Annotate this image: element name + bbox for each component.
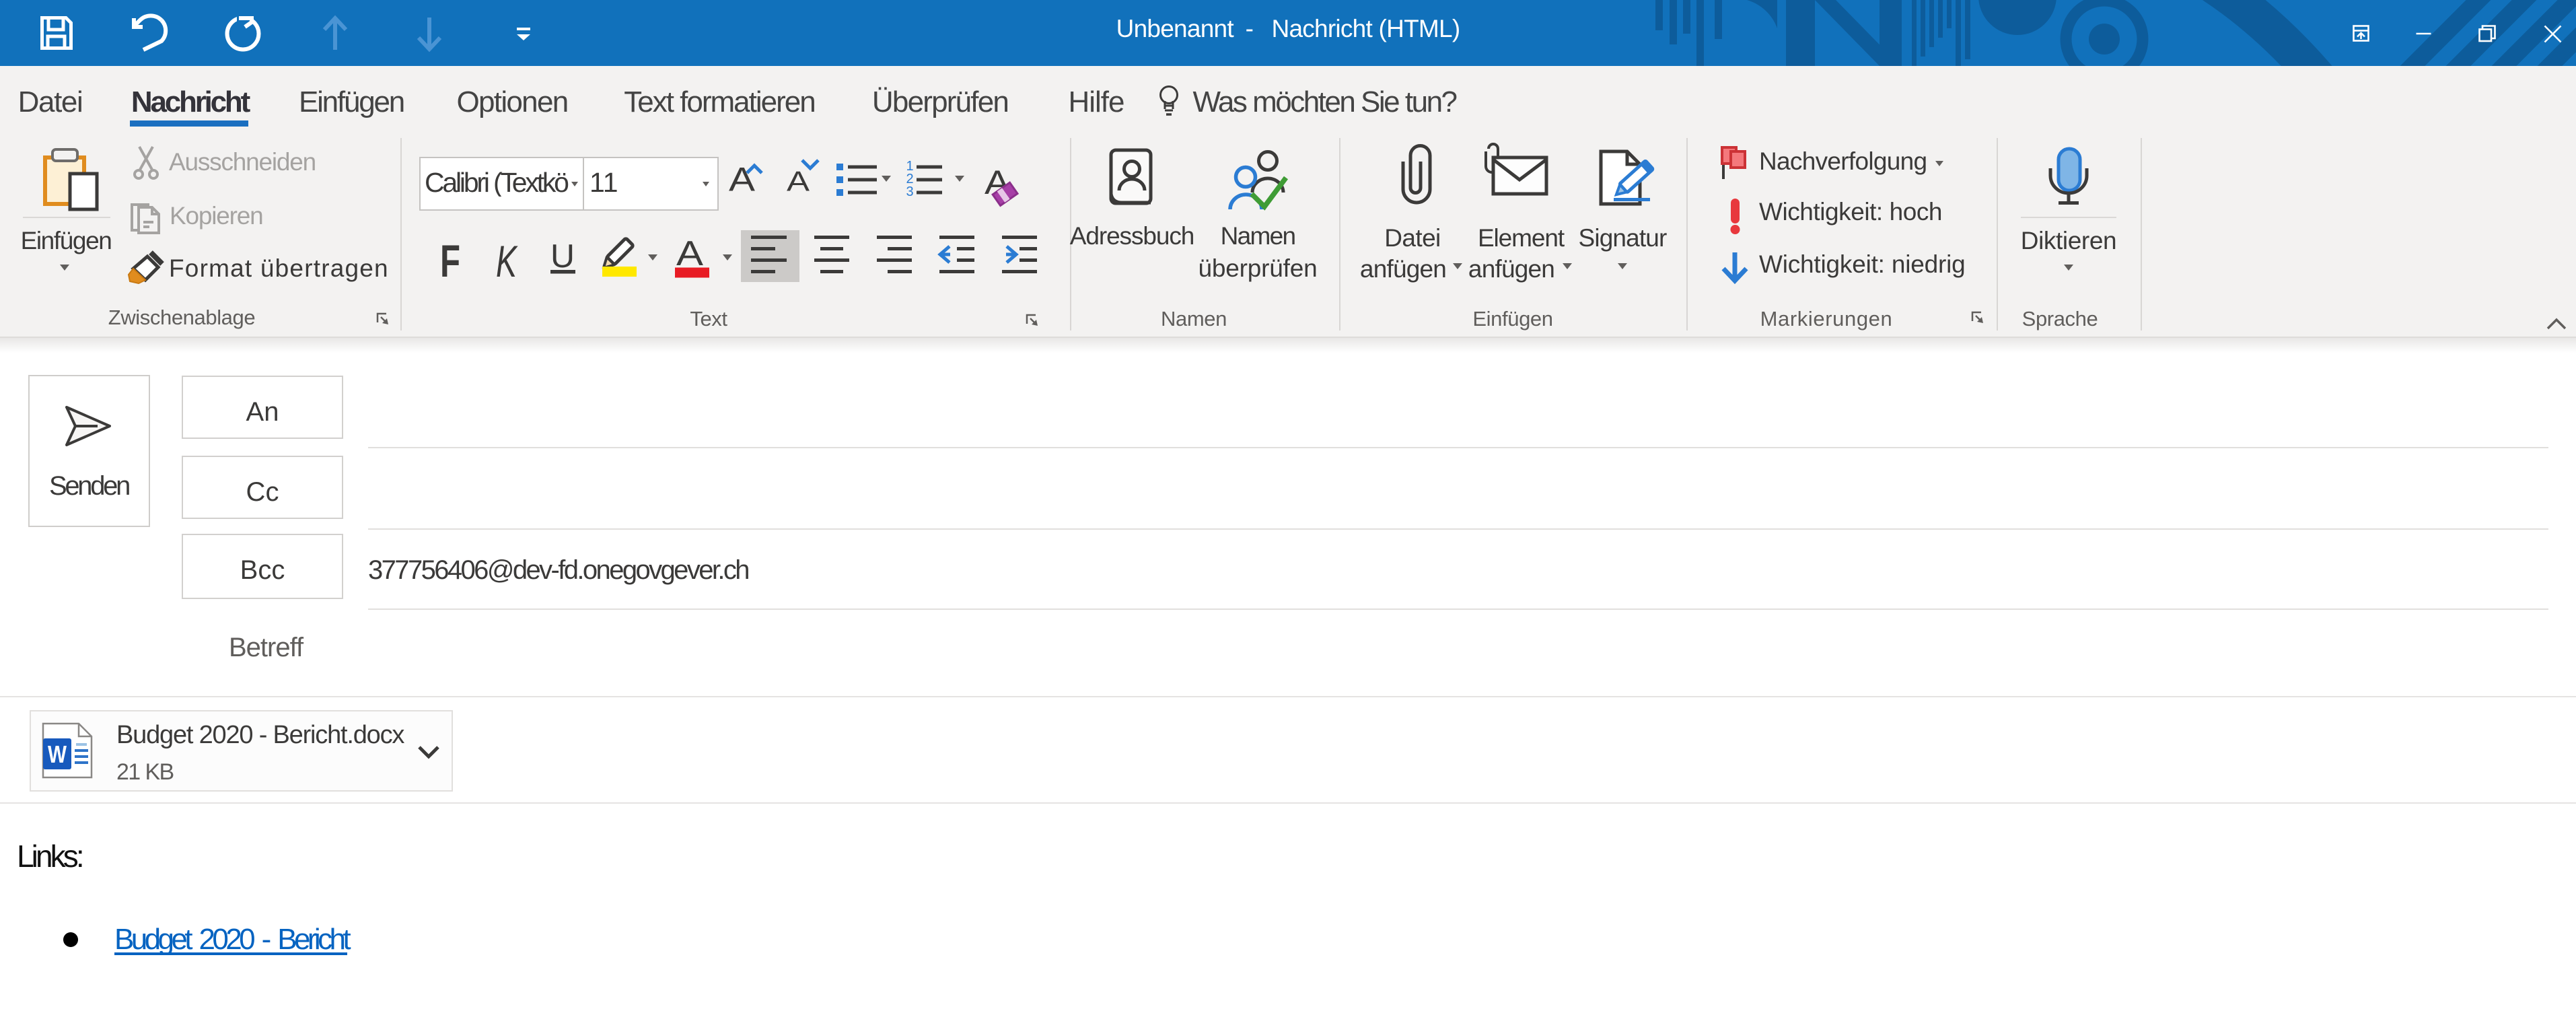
svg-text:U: U [550, 238, 575, 275]
svg-text:K: K [496, 236, 518, 286]
svg-text:W: W [48, 740, 67, 768]
svg-text:F: F [440, 236, 460, 287]
svg-text:A: A [676, 234, 703, 273]
svg-text:A: A [787, 166, 810, 197]
svg-text:3: 3 [906, 184, 913, 199]
